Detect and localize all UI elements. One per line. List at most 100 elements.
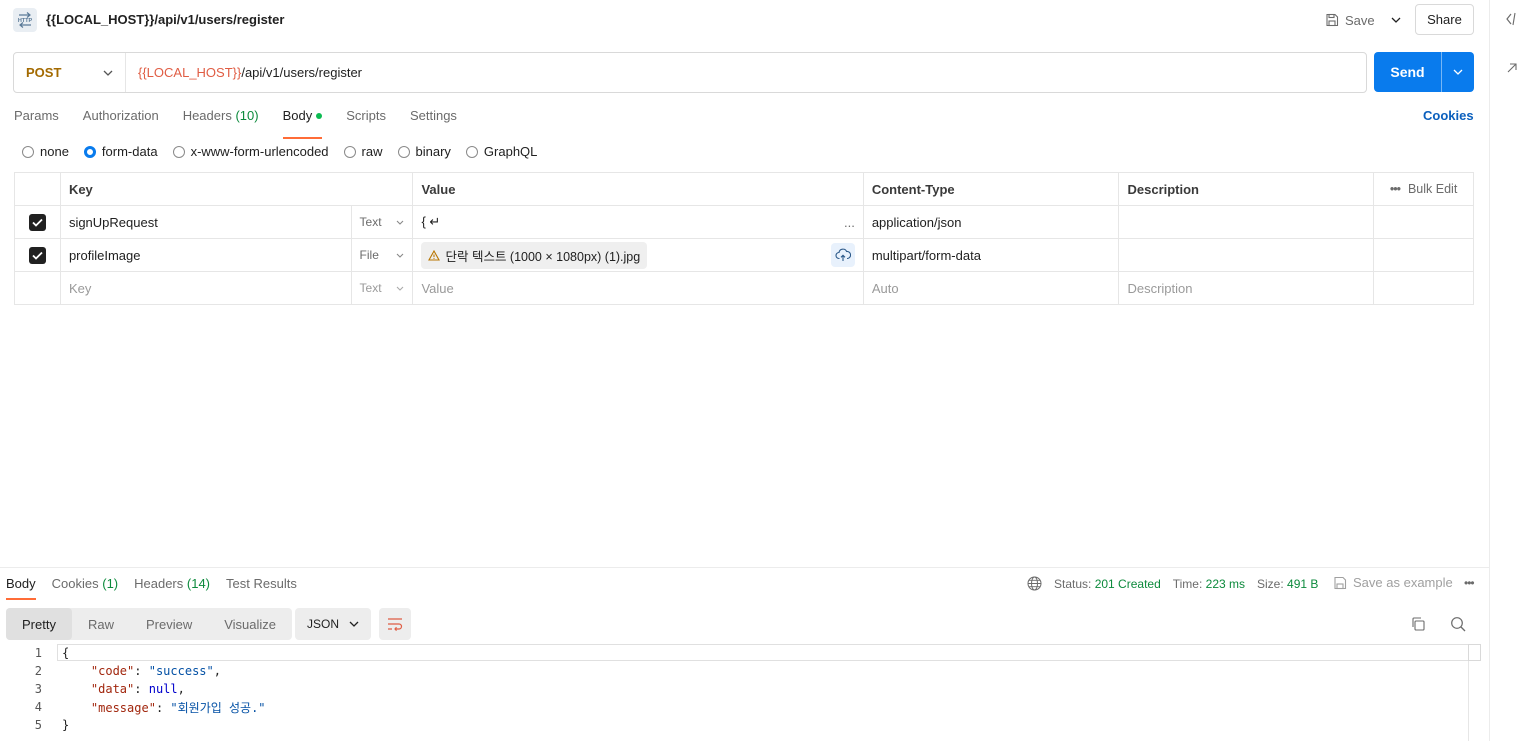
more-options-icon[interactable]: ••• — [1464, 576, 1475, 590]
row-checkbox-cell — [15, 206, 61, 238]
tab-headers-count: (10) — [235, 108, 259, 123]
new-type-select[interactable]: Text — [352, 272, 414, 304]
response-view-group: Pretty Raw Preview Visualize — [6, 608, 293, 640]
url-input[interactable]: {{LOCAL_HOST}}/api/v1/users/register — [126, 65, 362, 80]
row-description[interactable] — [1119, 239, 1375, 271]
row-content-type[interactable]: application/json — [864, 206, 1120, 238]
tab-authorization[interactable]: Authorization — [83, 108, 159, 132]
save-icon — [1334, 576, 1347, 589]
row-checkbox[interactable] — [28, 213, 46, 231]
wrap-lines-button[interactable] — [379, 608, 411, 640]
cookies-link[interactable]: Cookies — [1423, 108, 1474, 123]
time-value[interactable]: 223 ms — [1206, 577, 1245, 591]
expand-value-icon[interactable]: ... — [844, 215, 855, 230]
checkmark-icon — [32, 251, 43, 260]
row-content-type[interactable]: multipart/form-data — [864, 239, 1120, 271]
radio-x-www-form-urlencoded[interactable]: x-www-form-urlencoded — [172, 144, 329, 159]
http-request-icon: HTTP — [13, 8, 37, 32]
header-key: Key — [61, 173, 414, 205]
radio-form-data[interactable]: form-data — [83, 144, 158, 159]
new-value-input[interactable]: Value — [413, 272, 864, 304]
format-select[interactable]: JSON — [295, 608, 371, 640]
code-icon[interactable] — [1506, 12, 1517, 26]
method-select[interactable]: POST — [14, 53, 126, 92]
view-raw[interactable]: Raw — [72, 608, 130, 640]
save-options-dropdown[interactable] — [1385, 8, 1407, 32]
save-as-example-button[interactable]: Save as example — [1333, 575, 1453, 590]
resp-tab-body[interactable]: Body — [6, 576, 36, 600]
radio-raw[interactable]: raw — [343, 144, 383, 159]
resp-tab-test-results[interactable]: Test Results — [226, 576, 297, 598]
radio-label: raw — [361, 144, 383, 159]
row-checkbox[interactable] — [28, 246, 46, 264]
form-data-table: Key Value Content-Type Description ••• B… — [14, 172, 1474, 305]
view-preview[interactable]: Preview — [130, 608, 208, 640]
save-button[interactable]: Save — [1325, 9, 1375, 31]
resp-tab-headers-label: Headers — [134, 576, 184, 591]
row-value[interactable]: { ↵ ... — [413, 206, 864, 238]
row-type-select[interactable]: File — [352, 239, 414, 271]
new-key-input[interactable]: Key — [61, 272, 352, 304]
row-key[interactable]: signUpRequest — [61, 206, 352, 238]
row-checkbox-cell — [15, 239, 61, 271]
cloud-upload-icon[interactable] — [830, 243, 855, 267]
response-body-code[interactable]: 1 { 2 "code": "success", 3 "data": null,… — [0, 644, 1481, 741]
resp-tab-headers-count: (14) — [186, 576, 211, 591]
globe-icon[interactable] — [1027, 576, 1042, 591]
request-title[interactable]: {{LOCAL_HOST}}/api/v1/users/register — [46, 12, 284, 27]
save-label: Save — [1345, 12, 1375, 28]
json-sep: : — [134, 664, 149, 678]
code-line: 4 "message": "회원가입 성공." — [0, 698, 1481, 716]
json-comma: , — [213, 664, 221, 678]
view-visualize[interactable]: Visualize — [208, 608, 292, 640]
radio-circle — [172, 145, 185, 158]
search-icon[interactable] — [1450, 616, 1466, 632]
send-options-dropdown[interactable] — [1441, 52, 1474, 92]
tab-body[interactable]: Body — [282, 108, 323, 139]
json-comma: , — [177, 682, 185, 696]
radio-circle — [465, 145, 478, 158]
radio-graphql[interactable]: GraphQL — [465, 144, 537, 159]
radio-circle-selected — [83, 145, 96, 158]
header-content-type: Content-Type — [864, 173, 1120, 205]
code-text: { — [62, 646, 70, 660]
wrap-lines-icon — [388, 618, 403, 631]
line-number: 2 — [34, 664, 42, 678]
size-value[interactable]: 491 B — [1287, 577, 1318, 591]
new-content-type-input[interactable]: Auto — [864, 272, 1120, 304]
tab-headers[interactable]: Headers (10) — [183, 108, 259, 132]
send-button[interactable]: Send — [1374, 52, 1474, 92]
status-value[interactable]: 201 Created — [1095, 577, 1161, 591]
bulk-edit-label: Bulk Edit — [1407, 182, 1458, 196]
bulk-edit-button[interactable]: ••• Bulk Edit — [1374, 173, 1473, 205]
resp-tab-cookies[interactable]: Cookies (1) — [52, 576, 118, 598]
row-checkbox-cell — [15, 272, 61, 304]
json-null: null — [148, 682, 178, 696]
url-bar: POST {{LOCAL_HOST}}/api/v1/users/registe… — [13, 52, 1367, 93]
code-scrollbar-thumb[interactable] — [1468, 644, 1481, 661]
resp-tab-headers[interactable]: Headers (14) — [134, 576, 210, 598]
table-row-new: Key Text Value Auto Description — [15, 272, 1473, 305]
tab-settings[interactable]: Settings — [410, 108, 457, 132]
header-checkbox-cell — [15, 173, 61, 205]
tab-scripts[interactable]: Scripts — [346, 108, 386, 132]
json-string: "회원가입 성공." — [170, 700, 266, 715]
copy-icon[interactable] — [1410, 616, 1426, 632]
new-description-input[interactable]: Description — [1119, 272, 1375, 304]
radio-binary[interactable]: binary — [397, 144, 451, 159]
url-path: /api/v1/users/register — [241, 65, 363, 80]
response-divider[interactable] — [0, 567, 1489, 568]
code-text: "message": "회원가입 성공." — [42, 699, 266, 716]
radio-none[interactable]: none — [22, 144, 69, 159]
row-actions-cell — [1374, 239, 1473, 271]
collapse-icon[interactable] — [1506, 60, 1517, 74]
row-type-select[interactable]: Text — [352, 206, 414, 238]
more-icon[interactable]: ••• — [1390, 182, 1401, 196]
line-number: 4 — [34, 700, 42, 714]
row-key[interactable]: profileImage — [61, 239, 352, 271]
tab-params[interactable]: Params — [14, 108, 59, 132]
view-pretty[interactable]: Pretty — [6, 608, 72, 640]
row-description[interactable] — [1119, 206, 1375, 238]
share-button[interactable]: Share — [1415, 4, 1474, 35]
file-chip[interactable]: 단락 텍스트 (1000 × 1080px) (1).jpg — [421, 241, 648, 269]
